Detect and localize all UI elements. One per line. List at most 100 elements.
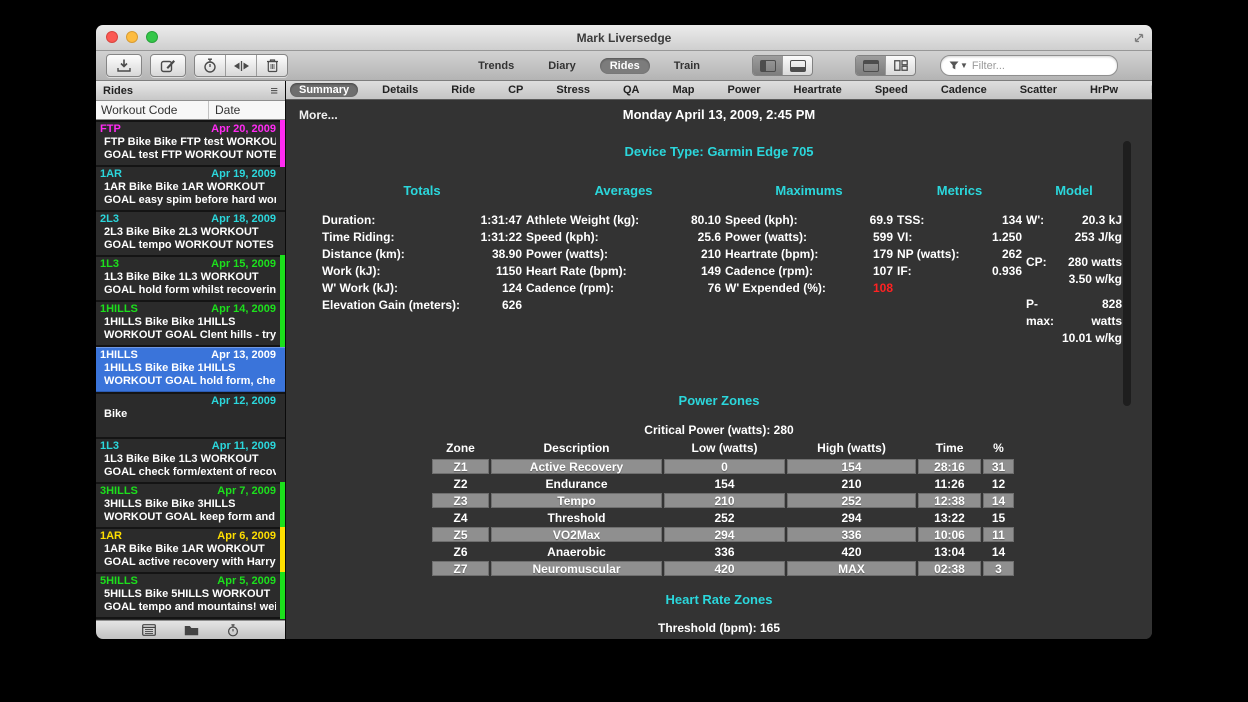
metric-label: Athlete Weight (kg): (526, 212, 639, 229)
ride-description-line: GOAL tempo WORKOUT NOTES (100, 239, 276, 252)
metric-value: 210 (701, 246, 721, 263)
metric-label: Speed (kph): (725, 212, 798, 229)
minimize-button[interactable] (126, 31, 138, 43)
tab-qa[interactable]: QA (614, 83, 649, 97)
calendar-icon[interactable] (142, 624, 156, 636)
metric-label: Power (watts): (526, 246, 608, 263)
tab-speed[interactable]: Speed (866, 83, 917, 97)
metric-value: 1:31:47 (481, 212, 522, 229)
more-button[interactable]: More... (299, 108, 338, 122)
manual-entry-button[interactable] (150, 54, 186, 77)
zone-cell: 14 (983, 544, 1014, 559)
zone-cell: 10:06 (918, 527, 981, 542)
split-ride-button[interactable] (225, 55, 256, 76)
ride-workout-code: 1L3 (100, 440, 119, 453)
section-title-model: Model (1026, 183, 1122, 198)
power-zones-header-row: ZoneDescriptionLow (watts)High (watts)Ti… (432, 440, 1006, 456)
sidebar-toggle-button[interactable] (753, 56, 782, 75)
stopwatch-button[interactable] (195, 55, 225, 76)
tab-cp[interactable]: CP (499, 83, 532, 97)
filter-dropdown-icon[interactable]: ▼ (960, 61, 968, 70)
stopwatch-icon[interactable] (227, 624, 239, 637)
ride-list-item[interactable]: 2L3Apr 18, 20092L3 Bike Bike 2L3 WORKOUT… (96, 212, 285, 255)
metric-value: 3.50 w/kg (1069, 271, 1122, 288)
ride-list-item[interactable]: FTPApr 20, 2009FTP Bike Bike FTP test WO… (96, 122, 285, 165)
metric-value: 10.01 w/kg (1062, 330, 1122, 347)
titlebar[interactable]: Mark Liversedge (96, 25, 1152, 51)
fullscreen-icon[interactable] (1133, 31, 1145, 49)
metric-value: 107 (873, 263, 893, 280)
delete-ride-button[interactable] (256, 55, 287, 76)
close-button[interactable] (106, 31, 118, 43)
zoom-button[interactable] (146, 31, 158, 43)
download-icon (116, 58, 132, 73)
view-tab-trends[interactable]: Trends (468, 58, 524, 74)
column-header-workout-code[interactable]: Workout Code (96, 101, 209, 119)
filter-funnel-icon (949, 61, 959, 70)
power-zone-row: Z4Threshold25229413:2215 (432, 510, 1006, 525)
metric-row: Duration: 1:31:47 (322, 212, 522, 229)
ride-list-item[interactable]: 1ARApr 19, 20091AR Bike Bike 1AR WORKOUT… (96, 167, 285, 210)
ride-list-item[interactable]: 2L3Apr 4, 20092L3 Bike Bike 2L3 WORKOUTG… (96, 619, 285, 620)
zone-cell: 31 (983, 459, 1014, 474)
ride-list-item[interactable]: 1HILLSApr 14, 20091HILLS Bike Bike 1HILL… (96, 302, 285, 345)
metric-value: 124 (502, 280, 522, 297)
zone-cell: Anaerobic (491, 544, 662, 559)
ride-description-line: 1AR Bike Bike 1AR WORKOUT (100, 181, 276, 194)
ride-description-line: GOAL check form/extent of recovery (100, 466, 276, 479)
trash-icon (266, 58, 279, 73)
metric-value: 20.3 kJ (1082, 212, 1122, 229)
ride-description-line: WORKOUT GOAL Clent hills - try (100, 329, 276, 342)
tab-ride[interactable]: Ride (442, 83, 484, 97)
view-tab-diary[interactable]: Diary (538, 58, 586, 74)
ride-color-bar (280, 120, 285, 167)
ride-list[interactable]: FTPApr 20, 2009FTP Bike Bike FTP test WO… (96, 120, 285, 620)
sidebar-header[interactable]: Rides ≡ (96, 81, 285, 101)
tab-scatter[interactable]: Scatter (1011, 83, 1066, 97)
tab-power[interactable]: Power (718, 83, 769, 97)
ride-list-item[interactable]: 1HILLSApr 13, 20091HILLS Bike Bike 1HILL… (96, 347, 285, 392)
filter-input[interactable]: ▼ Filter... (940, 55, 1118, 76)
ride-list-item[interactable]: Apr 12, 2009Bike (96, 394, 285, 437)
ride-list-item[interactable]: 1L3Apr 11, 20091L3 Bike Bike 1L3 WORKOUT… (96, 439, 285, 482)
metric-row: W':20.3 kJ (1026, 212, 1122, 229)
tab-edit[interactable]: Edit (1142, 83, 1152, 97)
view-tab-train[interactable]: Train (664, 58, 710, 74)
zone-cell: 294 (787, 510, 916, 525)
tiled-layout-button[interactable] (885, 56, 915, 75)
tab-heartrate[interactable]: Heartrate (785, 83, 851, 97)
import-ride-button[interactable] (106, 54, 142, 77)
ride-list-item[interactable]: 1L3Apr 15, 20091L3 Bike Bike 1L3 WORKOUT… (96, 257, 285, 300)
folder-icon[interactable] (184, 625, 199, 636)
metrics-section-metrics: MetricsTSS:134VI:1.250NP (watts):262IF:0… (897, 183, 1022, 347)
zone-cell: Z6 (432, 544, 489, 559)
panel-toggle-group (752, 55, 813, 76)
sidebar-menu-icon[interactable]: ≡ (270, 84, 278, 97)
lowbar-toggle-button[interactable] (782, 56, 812, 75)
ride-color-bar (280, 527, 285, 574)
column-header-date[interactable]: Date (209, 101, 285, 119)
ride-list-item[interactable]: 3HILLSApr 7, 20093HILLS Bike Bike 3HILLS… (96, 484, 285, 527)
ride-date: Apr 14, 2009 (211, 303, 276, 316)
tab-stress[interactable]: Stress (547, 83, 599, 97)
view-tab-rides[interactable]: Rides (600, 58, 650, 74)
zone-cell: 02:38 (918, 561, 981, 576)
ride-item-header: Apr 12, 2009 (100, 395, 276, 408)
vertical-scrollbar[interactable] (1123, 141, 1131, 406)
metric-row: 3.50 w/kg (1026, 271, 1122, 288)
ride-actions-group (194, 54, 288, 77)
tab-details[interactable]: Details (373, 83, 427, 97)
tab-summary[interactable]: Summary (290, 83, 358, 97)
tab-map[interactable]: Map (663, 83, 703, 97)
tab-hrpw[interactable]: HrPw (1081, 83, 1127, 97)
single-layout-button[interactable] (856, 56, 885, 75)
ride-list-item[interactable]: 1ARApr 6, 20091AR Bike Bike 1AR WORKOUTG… (96, 529, 285, 572)
tab-cadence[interactable]: Cadence (932, 83, 996, 97)
zone-cell: Neuromuscular (491, 561, 662, 576)
metric-row: Heartrate (bpm):179 (725, 246, 893, 263)
metric-label: Duration: (322, 212, 375, 229)
ride-description-line: FTP Bike Bike FTP test WORKOUT (100, 136, 276, 149)
ride-list-item[interactable]: 5HILLSApr 5, 20095HILLS Bike 5HILLS WORK… (96, 574, 285, 617)
summary-panel: More... Monday April 13, 2009, 2:45 PM D… (286, 100, 1152, 639)
desktop: Mark Liversedge (0, 0, 1248, 702)
